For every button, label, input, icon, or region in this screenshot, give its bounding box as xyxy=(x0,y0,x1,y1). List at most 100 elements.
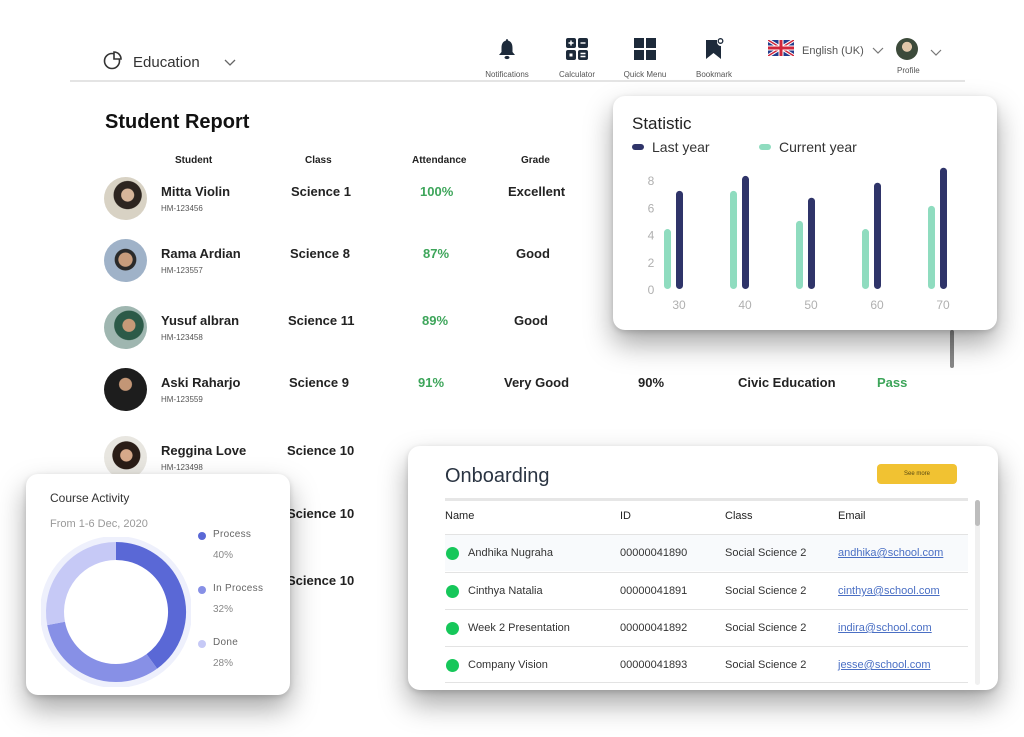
status-dot xyxy=(446,547,459,560)
divider xyxy=(445,498,968,501)
student-grade: Good xyxy=(514,313,548,328)
y-tick-label: 2 xyxy=(648,256,655,270)
student-avatar xyxy=(104,436,147,479)
bell-icon xyxy=(497,38,517,65)
bar-current-year xyxy=(664,229,671,289)
nav-notifications-label: Notifications xyxy=(485,70,529,79)
statistic-card: Statistic Last year Current year 0 2 4 6 8 30… xyxy=(613,96,997,330)
column-header-grade[interactable]: Grade xyxy=(521,155,550,166)
status-dot xyxy=(446,659,459,672)
student-class: Science 10 xyxy=(287,506,355,521)
column-header-class[interactable]: Class xyxy=(305,155,332,166)
nav-calculator-label: Calculator xyxy=(558,70,595,79)
student-name: Reggina Love xyxy=(161,443,247,458)
language-label: English (UK) xyxy=(802,44,864,57)
bookmark-icon xyxy=(704,38,724,65)
bar-last-year xyxy=(874,182,881,289)
y-tick-label: 6 xyxy=(648,201,655,215)
status-dot xyxy=(446,585,459,598)
legend-label-in-process: In Process xyxy=(213,583,264,594)
column-header-email[interactable]: Email xyxy=(838,510,866,522)
x-tick-label: 70 xyxy=(936,298,950,312)
y-tick-label: 0 xyxy=(648,283,655,297)
student-score: 90% xyxy=(638,375,665,390)
status-dot xyxy=(446,622,459,635)
student-id: HM-123559 xyxy=(161,395,203,404)
student-class: Science 9 xyxy=(289,375,349,390)
student-name: Yusuf albran xyxy=(161,313,240,328)
brand-selector[interactable]: Education xyxy=(103,50,236,75)
student-row[interactable]: Aski Raharjo HM-123559 Science 9 91% Ver… xyxy=(104,368,924,412)
student-id: HM-123498 xyxy=(161,463,203,472)
profile-menu[interactable]: Profile xyxy=(896,38,946,75)
course-activity-donut xyxy=(41,537,191,687)
student-report-title: Student Report xyxy=(105,111,250,133)
row-email-link[interactable]: andhika@school.com xyxy=(838,547,943,559)
report-scrollbar[interactable] xyxy=(950,330,954,368)
row-name: Company Vision xyxy=(468,659,548,671)
course-activity-date-range: From 1-6 Dec, 2020 xyxy=(50,518,148,530)
column-header-class[interactable]: Class xyxy=(725,510,753,522)
column-header-student[interactable]: Student xyxy=(175,155,212,166)
student-id: HM-123458 xyxy=(161,333,203,342)
bar-current-year xyxy=(730,190,737,289)
onboarding-row[interactable]: Andhika Nugraha 00000041890 Social Scien… xyxy=(445,534,968,571)
row-email-link[interactable]: indira@school.com xyxy=(838,622,932,634)
chevron-down-icon xyxy=(224,54,236,72)
y-tick-label: 4 xyxy=(648,229,655,243)
nav-notifications[interactable]: Notifications xyxy=(472,38,542,79)
see-more-button[interactable]: See more xyxy=(877,464,957,484)
onboarding-row[interactable]: Company Vision 00000041893 Social Scienc… xyxy=(445,646,968,683)
student-avatar xyxy=(104,306,147,349)
student-grade: Excellent xyxy=(508,184,566,199)
student-subject: Civic Education xyxy=(738,375,836,390)
row-email-link[interactable]: jesse@school.com xyxy=(838,659,930,671)
row-class: Social Science 2 xyxy=(725,659,807,671)
nav-bookmark[interactable]: Bookmark xyxy=(679,38,749,79)
legend-value-process: 40% xyxy=(213,550,234,561)
student-id: HM-123557 xyxy=(161,266,203,275)
student-class: Science 10 xyxy=(287,443,355,458)
bar-last-year xyxy=(676,190,683,289)
profile-label: Profile xyxy=(897,66,920,75)
legend-label-process: Process xyxy=(213,529,252,540)
language-selector[interactable]: English (UK) xyxy=(767,38,884,61)
profile-avatar[interactable] xyxy=(896,38,918,60)
student-class: Science 10 xyxy=(287,573,355,588)
student-name: Aski Raharjo xyxy=(161,375,241,390)
onboarding-card: Onboarding See more Name ID Class Email … xyxy=(408,446,998,690)
calculator-icon xyxy=(566,38,588,65)
legend-value-in-process: 32% xyxy=(213,604,234,615)
column-header-id[interactable]: ID xyxy=(620,510,631,522)
column-header-name[interactable]: Name xyxy=(445,510,474,522)
statistic-bar-chart: 0 2 4 6 8 30 40 50 60 70 xyxy=(648,167,950,312)
legend-dot-process xyxy=(198,532,206,540)
student-name: Mitta Violin xyxy=(161,184,231,199)
brand-label: Education xyxy=(133,54,200,71)
legend-dot-in-process xyxy=(198,586,206,594)
x-tick-label: 40 xyxy=(738,298,752,312)
nav-calculator[interactable]: Calculator xyxy=(542,38,612,79)
onboarding-row[interactable]: Week 2 Presentation 00000041892 Social S… xyxy=(445,609,968,646)
onboarding-scrollbar[interactable] xyxy=(975,500,980,685)
column-header-attendance[interactable]: Attendance xyxy=(412,155,466,166)
nav-bookmark-label: Bookmark xyxy=(695,70,732,79)
grid-icon xyxy=(634,38,656,65)
onboarding-row[interactable]: Cinthya Natalia 00000041891 Social Scien… xyxy=(445,572,968,609)
bar-last-year xyxy=(742,175,749,289)
bar-current-year xyxy=(928,205,935,289)
scrollbar-thumb[interactable] xyxy=(975,500,980,526)
student-avatar xyxy=(104,368,147,411)
bar-current-year xyxy=(796,220,803,289)
donut-segment-process xyxy=(115,542,186,669)
row-email-link[interactable]: cinthya@school.com xyxy=(838,585,940,597)
student-id: HM-123456 xyxy=(161,204,203,213)
row-class: Social Science 2 xyxy=(725,547,807,559)
nav-quick-menu[interactable]: Quick Menu xyxy=(610,38,680,79)
student-avatar xyxy=(104,239,147,282)
student-class: Science 8 xyxy=(290,246,350,261)
onboarding-title: Onboarding xyxy=(445,465,550,487)
student-grade: Good xyxy=(516,246,550,261)
bar-last-year xyxy=(808,197,815,289)
row-name: Week 2 Presentation xyxy=(468,622,570,634)
